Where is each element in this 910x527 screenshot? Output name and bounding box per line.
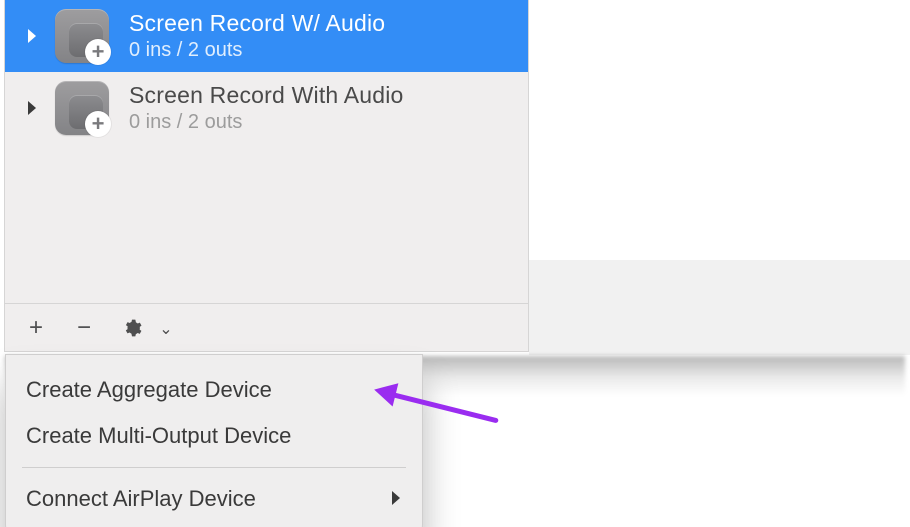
main-content-footer bbox=[529, 260, 910, 355]
main-content-pane bbox=[529, 0, 910, 260]
plus-badge-icon: + bbox=[85, 39, 111, 65]
add-device-menu: Create Aggregate Device Create Multi-Out… bbox=[5, 354, 423, 527]
menu-item-create-multi-output-device[interactable]: Create Multi-Output Device bbox=[12, 413, 416, 459]
device-title: Screen Record With Audio bbox=[129, 81, 404, 110]
sidebar-toolbar: + − ⌄ bbox=[5, 303, 528, 351]
menu-item-label: Create Aggregate Device bbox=[26, 377, 272, 403]
multi-output-device-icon: + bbox=[55, 9, 109, 63]
device-list-sidebar: + Screen Record W/ Audio 0 ins / 2 outs … bbox=[4, 0, 529, 352]
menu-item-connect-airplay-device[interactable]: Connect AirPlay Device bbox=[12, 476, 416, 522]
remove-device-button[interactable]: − bbox=[71, 315, 97, 341]
chevron-down-icon[interactable]: ⌄ bbox=[153, 316, 179, 342]
menu-item-label: Create Multi-Output Device bbox=[26, 423, 291, 449]
menu-item-create-aggregate-device[interactable]: Create Aggregate Device bbox=[12, 367, 416, 413]
chevron-right-icon bbox=[390, 486, 402, 512]
multi-output-device-icon: + bbox=[55, 81, 109, 135]
disclosure-triangle-icon[interactable] bbox=[23, 27, 41, 45]
device-row[interactable]: + Screen Record With Audio 0 ins / 2 out… bbox=[5, 72, 528, 144]
disclosure-triangle-icon[interactable] bbox=[23, 99, 41, 117]
device-row[interactable]: + Screen Record W/ Audio 0 ins / 2 outs bbox=[5, 0, 528, 72]
device-io-summary: 0 ins / 2 outs bbox=[129, 110, 404, 135]
device-io-summary: 0 ins / 2 outs bbox=[129, 38, 385, 63]
menu-separator bbox=[22, 467, 406, 468]
device-title: Screen Record W/ Audio bbox=[129, 9, 385, 38]
gear-icon[interactable] bbox=[119, 315, 145, 341]
add-device-button[interactable]: + bbox=[23, 315, 49, 341]
menu-item-label: Connect AirPlay Device bbox=[26, 486, 256, 512]
plus-badge-icon: + bbox=[85, 111, 111, 137]
